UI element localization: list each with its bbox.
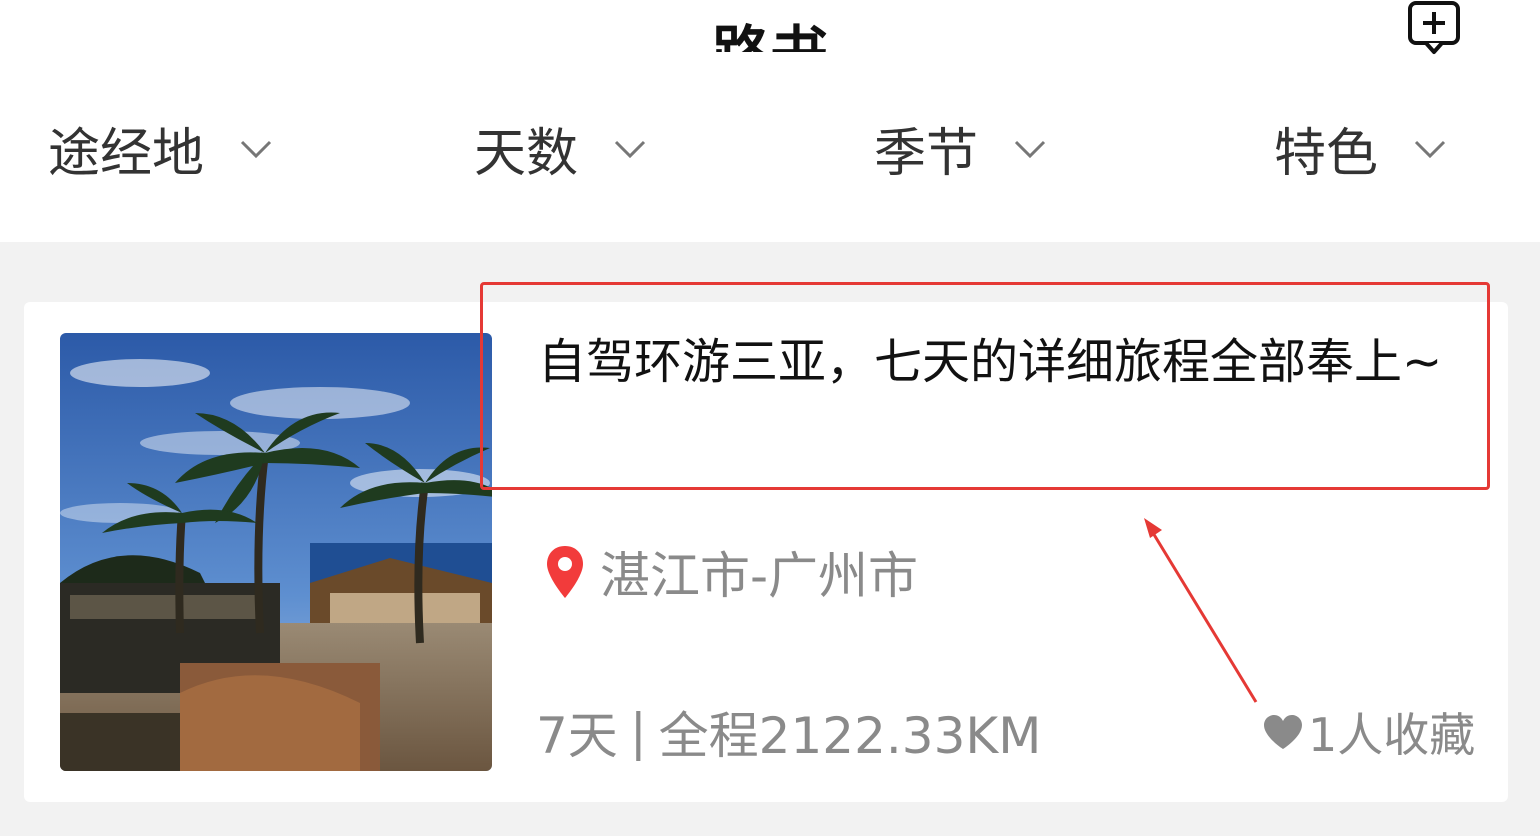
chevron-down-icon	[1012, 130, 1048, 166]
add-comment-icon	[1408, 1, 1460, 54]
page-title: 路书	[0, 0, 1540, 52]
filter-label: 途经地	[48, 123, 205, 184]
route-location: 湛江市-广州市	[544, 540, 918, 605]
annotation-arrow	[1130, 510, 1270, 710]
annotation-highlight-box	[480, 282, 1490, 490]
route-meta: 7天 | 全程2122.33KM	[536, 700, 1041, 765]
location-pin-icon	[544, 544, 586, 600]
heart-icon	[1262, 713, 1304, 751]
route-thumbnail[interactable]	[60, 333, 492, 771]
filter-label: 天数	[474, 123, 579, 184]
filter-waypoints[interactable]: 途经地	[48, 112, 274, 184]
route-distance: 全程2122.33KM	[658, 707, 1042, 765]
location-text: 湛江市-广州市	[600, 547, 919, 605]
add-comment-button[interactable]	[1404, 0, 1466, 56]
palm-trees-resort-photo	[60, 333, 492, 771]
favorites-text: 1人收藏	[1308, 708, 1476, 762]
filter-label: 季节	[874, 123, 979, 184]
route-days: 7天	[536, 707, 618, 765]
chevron-down-icon	[238, 130, 274, 166]
meta-separator: |	[629, 703, 647, 761]
filter-days[interactable]: 天数	[474, 112, 648, 184]
chevron-down-icon	[1412, 130, 1448, 166]
filter-feature[interactable]: 特色	[1274, 112, 1448, 184]
filter-season[interactable]: 季节	[874, 112, 1048, 184]
favorites-count[interactable]: 1人收藏	[1262, 700, 1475, 764]
filter-label: 特色	[1274, 123, 1379, 184]
chevron-down-icon	[612, 130, 648, 166]
